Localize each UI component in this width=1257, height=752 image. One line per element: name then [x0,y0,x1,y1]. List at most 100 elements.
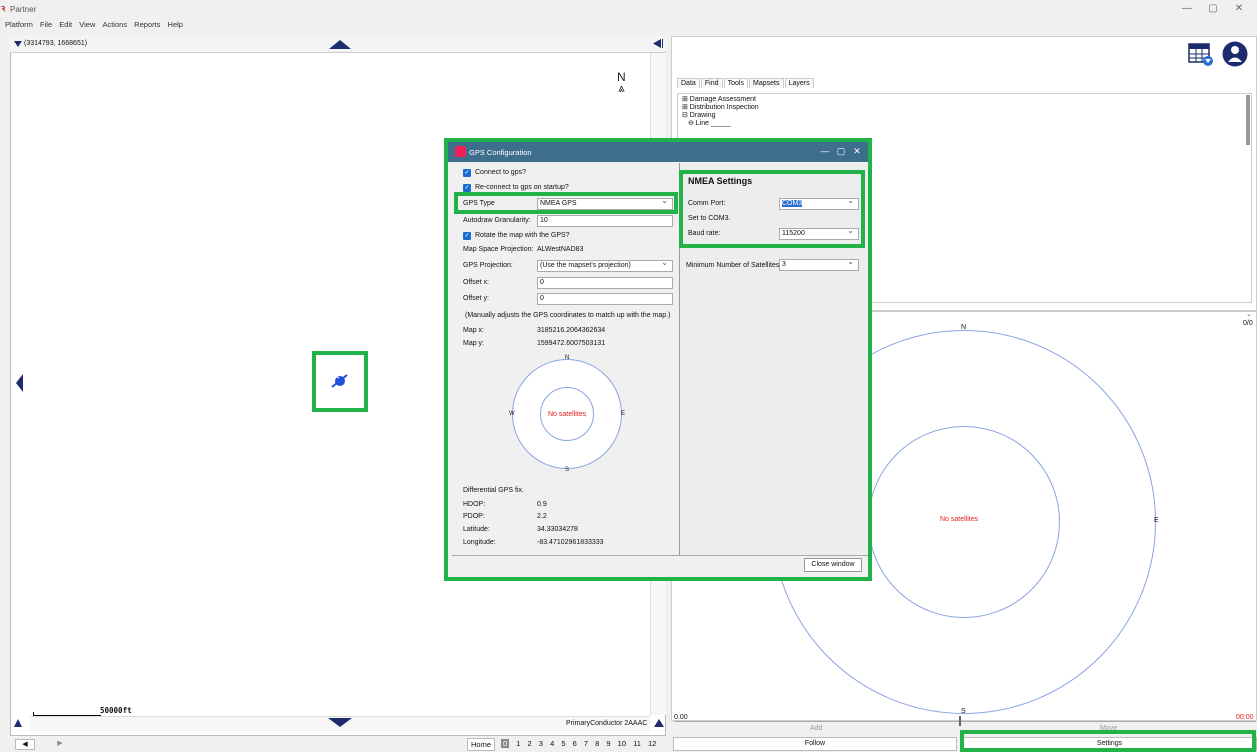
timeline-track [674,721,1256,722]
page-8[interactable]: 8 [595,739,599,748]
menu-reports[interactable]: Reports [134,20,160,29]
collapse-panel-icon[interactable] [653,39,663,48]
restore-button[interactable]: ▢ [1200,2,1226,16]
table-view-icon[interactable] [1188,43,1214,67]
app-title: Partner [10,5,37,14]
scale-label: 50000ft [100,706,132,715]
rotate-checkbox[interactable]: ✓ [463,232,471,240]
menu-help[interactable]: Help [168,20,183,29]
page-10[interactable]: 10 [618,739,626,748]
dialog-maximize-button[interactable]: ▢ [834,146,848,156]
back-button[interactable]: ◀ [15,739,35,750]
pan-left-icon[interactable] [16,374,23,392]
gps-position-icon[interactable] [330,373,348,389]
page-6[interactable]: 6 [573,739,577,748]
map-projection-value: ALWestNAD83 [537,246,584,253]
pdop-label: PDOP: [463,513,485,520]
follow-button[interactable]: Follow [673,737,957,751]
nmea-settings-highlight [679,170,865,248]
longitude-label: Longitude: [463,539,496,546]
app-logo-icon: ꝛ [1,3,6,13]
offset-y-input[interactable]: 0 [537,293,673,305]
reconnect-checkbox[interactable]: ✓ [463,184,471,192]
menu-actions[interactable]: Actions [102,20,127,29]
timeline-start: 0.00 [674,714,688,721]
page-12[interactable]: 12 [648,739,656,748]
tree-item-distribution-inspection[interactable]: ⊞ Distribution Inspection [682,104,1247,112]
timeline-marker[interactable] [959,716,961,726]
satellite-count: 0/0 [1243,320,1253,327]
min-satellites-select[interactable]: 3 [779,257,859,271]
app-window: ꝛ Partner — ▢ ✕ Platform File Edit View … [0,0,1257,752]
page-9[interactable]: 9 [606,739,610,748]
autodraw-input[interactable]: 10 [537,215,673,227]
latitude-value: 34.33034278 [537,526,578,533]
gps-type-highlight [454,192,678,214]
tree-item-line[interactable]: ⊖ Line _____ [682,120,1247,128]
layer-toggle-icon[interactable] [654,719,664,727]
page-0[interactable]: 0 [501,739,510,748]
coordinates-readout: (3314793, 1668651) [24,40,88,47]
page-11[interactable]: 11 [633,739,641,748]
map-y-label: Map y: [463,340,485,347]
dialog-skyplot-no-satellites: No satellites [548,411,587,418]
offset-x-input[interactable]: 0 [537,277,673,289]
skyplot-dropdown-icon[interactable]: ⌄ [1246,310,1252,318]
tab-layers[interactable]: Layers [784,78,814,88]
dialog-minimize-button[interactable]: — [818,146,832,156]
dialog-footer-divider [452,555,868,556]
map-x-value: 3185216.2064362634 [537,327,606,334]
reconnect-label: Re-connect to gps on startup? [475,184,569,191]
page-4[interactable]: 4 [550,739,554,748]
tab-find[interactable]: Find [700,78,723,88]
menu-bar: Platform File Edit View Actions Reports … [0,20,183,32]
map-y-value: 1599472.6007503131 [537,340,606,347]
hdop-label: HDOP: [463,501,486,508]
menu-platform[interactable]: Platform [5,20,33,29]
tab-mapsets[interactable]: Mapsets [749,78,784,88]
tree-item-drawing[interactable]: ⊟ Drawing [682,112,1247,120]
map-projection-label: Map Space Projection: [463,246,534,253]
menu-edit[interactable]: Edit [59,20,72,29]
dialog-title: GPS Configuration [469,148,532,157]
dialog-skyplot-south: S [565,467,570,473]
page-3[interactable]: 3 [539,739,543,748]
gps-projection-select[interactable]: (Use the mapset's projection) [537,258,673,272]
gps-fix-status: Differential GPS fix. [463,487,524,494]
dialog-app-icon [455,146,466,157]
tab-tools[interactable]: Tools [723,78,748,88]
pan-up-small-icon[interactable] [14,719,22,727]
settings-highlight [960,730,1256,752]
min-satellites-label: Minimum Number of Satellites [686,262,780,269]
connect-checkbox[interactable]: ✓ [463,169,471,177]
menu-view[interactable]: View [79,20,95,29]
connect-label: Connect to gps? [475,169,526,176]
offset-y-label: Offset y: [463,295,489,302]
coord-toggle-icon[interactable] [14,40,22,48]
page-7[interactable]: 7 [584,739,588,748]
pan-up-icon[interactable] [329,40,351,49]
timeline-end: 00:00 [1236,714,1254,721]
home-button[interactable]: Home [467,738,495,751]
add-label: Add [810,725,823,732]
autodraw-label: Autodraw Granularity: [463,217,531,224]
north-arrow-icon: N ⩓ [617,70,626,95]
page-1[interactable]: 1 [516,739,520,748]
page-5[interactable]: 5 [561,739,565,748]
map-x-label: Map x: [463,327,485,334]
page-selector: 0 1 2 3 4 5 6 7 8 9 10 11 12 [501,739,661,748]
page-2[interactable]: 2 [528,739,532,748]
close-window-button[interactable]: Close window [804,558,862,572]
tree-item-damage-assessment[interactable]: ⊞ Damage Assessment [682,96,1247,104]
forward-button[interactable]: ▶ [50,739,70,750]
tree-scrollbar[interactable] [1246,95,1250,145]
pan-down-icon[interactable] [328,718,352,727]
menu-file[interactable]: File [40,20,52,29]
dialog-close-button[interactable]: ✕ [850,146,864,156]
user-account-icon[interactable] [1222,41,1248,67]
dialog-skyplot-west: W [509,411,515,417]
tab-data[interactable]: Data [677,78,700,88]
close-button[interactable]: ✕ [1226,2,1252,16]
minimize-button[interactable]: — [1174,2,1200,16]
dialog-skyplot-east: E [621,411,626,417]
